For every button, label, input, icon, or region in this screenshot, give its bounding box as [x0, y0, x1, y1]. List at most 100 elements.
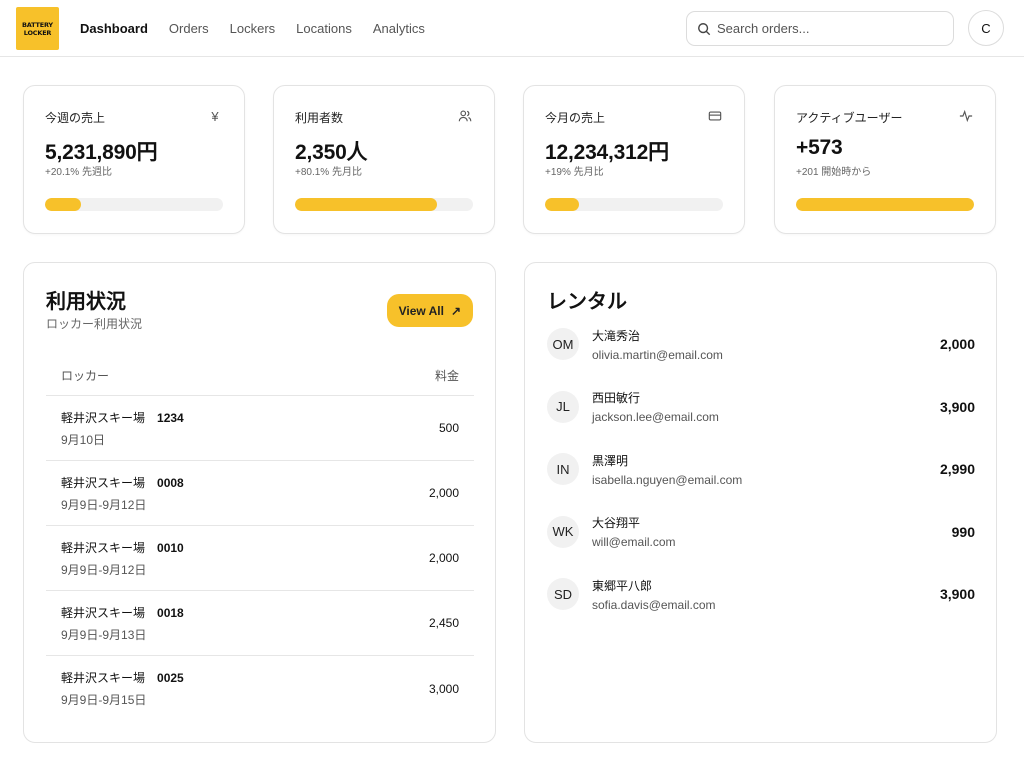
- progress-fill: [295, 198, 438, 211]
- rental-info: 黒澤明 isabella.nguyen@email.com: [592, 452, 940, 487]
- progress-bar: [545, 198, 723, 211]
- locker-code: 0018: [157, 605, 184, 620]
- stat-title: 今月の売上: [545, 111, 606, 125]
- view-all-label: View All: [398, 303, 444, 318]
- list-item[interactable]: SD 東郷平八郎 sofia.davis@email.com 3,900: [547, 563, 975, 626]
- rental-info: 大谷翔平 will@email.com: [592, 514, 952, 549]
- rental-info: 東郷平八郎 sofia.davis@email.com: [592, 577, 940, 612]
- locker-title: 軽井沢スキー場 0018: [61, 604, 184, 621]
- rental-date: 9月9日-9月13日: [61, 627, 147, 642]
- stat-card-weekly-sales: 今週の売上 ¥ 5,231,890円 +20.1% 先週比: [23, 85, 245, 234]
- fee-amount: 2,000: [428, 551, 459, 565]
- customer-email: jackson.lee@email.com: [592, 410, 719, 425]
- usage-table: ロッカー 料金 軽井沢スキー場 1234 9月10日 500 軽井沢スキー場 000…: [46, 355, 474, 721]
- progress-bar: [796, 198, 974, 211]
- list-item[interactable]: WK 大谷翔平 will@email.com 990: [547, 501, 975, 564]
- stat-value: 5,231,890円: [45, 141, 158, 164]
- rental-info: 西田敏行 jackson.lee@email.com: [592, 389, 940, 424]
- users-icon: [457, 108, 473, 124]
- rental-info: 大滝秀治 olivia.martin@email.com: [592, 327, 940, 362]
- battery-locker-logo[interactable]: BATTERY LOCKER: [16, 7, 59, 50]
- locker-title: 軽井沢スキー場 1234: [61, 409, 184, 426]
- arrow-up-right-icon: ↗: [450, 303, 461, 318]
- column-header-fee: 料金: [434, 368, 459, 383]
- stat-value: 2,350人: [295, 141, 368, 164]
- search-input[interactable]: [717, 21, 937, 36]
- locker-cell: 軽井沢スキー場 0018 9月9日-9月13日: [61, 604, 184, 643]
- locker-location: 軽井沢スキー場: [61, 671, 146, 685]
- logo-line-2: LOCKER: [23, 28, 52, 37]
- rental-date: 9月10日: [61, 432, 106, 447]
- customer-name: 西田敏行: [592, 391, 641, 406]
- avatar: JL: [547, 390, 579, 423]
- yen-icon: ¥: [211, 108, 219, 124]
- nav-lockers[interactable]: Lockers: [230, 21, 276, 36]
- list-item[interactable]: JL 西田敏行 jackson.lee@email.com 3,900: [547, 376, 975, 439]
- usage-panel: 利用状況 ロッカー利用状況 View All ↗ ロッカー 料金 軽井沢スキー場…: [23, 262, 496, 743]
- table-row[interactable]: 軽井沢スキー場 0018 9月9日-9月13日 2,450: [46, 591, 474, 656]
- stat-change: +201 開始時から: [796, 167, 872, 178]
- customer-name: 黒澤明: [592, 453, 629, 468]
- search-icon: [698, 22, 711, 35]
- stat-value: +573: [796, 136, 843, 159]
- progress-fill: [796, 198, 974, 211]
- stat-change: +19% 先月比: [545, 167, 604, 178]
- list-item[interactable]: OM 大滝秀治 olivia.martin@email.com 2,000: [547, 313, 975, 376]
- locker-location: 軽井沢スキー場: [61, 475, 146, 490]
- stat-change: +20.1% 先週比: [45, 167, 112, 178]
- rental-date: 9月9日-9月12日: [61, 497, 147, 512]
- panel-title: レンタル: [547, 291, 627, 313]
- locker-cell: 軽井沢スキー場 0008 9月9日-9月12日: [61, 474, 184, 513]
- nav-orders[interactable]: Orders: [169, 21, 209, 36]
- nav-locations[interactable]: Locations: [296, 21, 352, 36]
- rental-amount: 990: [951, 523, 975, 540]
- top-header: BATTERY LOCKER Dashboard Orders Lockers …: [0, 0, 1024, 57]
- table-row[interactable]: 軽井沢スキー場 1234 9月10日 500: [46, 396, 474, 461]
- locker-cell: 軽井沢スキー場 0025 9月9日-9月15日: [61, 669, 184, 708]
- rental-date: 9月9日-9月12日: [61, 562, 147, 577]
- credit-card-icon: [707, 108, 723, 124]
- locker-location: 軽井沢スキー場: [61, 540, 146, 555]
- locker-code: 0008: [157, 475, 184, 490]
- avatar: WK: [547, 515, 579, 548]
- table-row[interactable]: 軽井沢スキー場 0010 9月9日-9月12日 2,000: [46, 526, 474, 591]
- view-all-button[interactable]: View All ↗: [386, 294, 473, 327]
- stat-card-active-users: アクティブユーザー +573 +201 開始時から: [774, 85, 996, 234]
- panel-subtitle: ロッカー利用状況: [46, 317, 143, 331]
- avatar: SD: [547, 578, 579, 611]
- locker-title: 軽井沢スキー場 0010: [61, 539, 184, 556]
- rental-date: 9月9日-9月15日: [61, 693, 147, 707]
- fee-amount: 3,000: [428, 681, 459, 696]
- avatar: OM: [547, 328, 579, 361]
- table-row[interactable]: 軽井沢スキー場 0008 9月9日-9月12日 2,000: [46, 461, 474, 526]
- stat-value: 12,234,312円: [545, 141, 669, 164]
- user-avatar[interactable]: C: [968, 10, 1004, 46]
- rental-amount: 2,000: [939, 336, 975, 353]
- customer-email: isabella.nguyen@email.com: [592, 472, 743, 487]
- locker-code: 0025: [157, 671, 184, 685]
- locker-title: 軽井沢スキー場 0025: [61, 669, 184, 686]
- rentals-panel: レンタル OM 大滝秀治 olivia.martin@email.com 2,0…: [524, 262, 997, 743]
- fee-amount: 2,450: [428, 616, 459, 630]
- rental-amount: 3,900: [939, 398, 975, 415]
- progress-bar: [45, 198, 223, 211]
- locker-location: 軽井沢スキー場: [61, 605, 146, 620]
- progress-fill: [545, 198, 579, 211]
- logo-line-1: BATTERY: [22, 20, 53, 29]
- search-box[interactable]: [686, 11, 954, 46]
- table-row[interactable]: 軽井沢スキー場 0025 9月9日-9月15日 3,000: [46, 656, 474, 721]
- rental-amount: 3,900: [939, 586, 975, 603]
- customer-name: 東郷平八郎: [592, 578, 653, 593]
- rental-list: OM 大滝秀治 olivia.martin@email.com 2,000 JL…: [547, 313, 975, 626]
- fee-amount: 500: [438, 421, 459, 435]
- nav-dashboard[interactable]: Dashboard: [80, 21, 148, 36]
- column-header-locker: ロッカー: [61, 368, 110, 383]
- nav-analytics[interactable]: Analytics: [373, 21, 425, 36]
- table-header: ロッカー 料金: [46, 355, 474, 396]
- locker-title: 軽井沢スキー場 0008: [61, 474, 184, 491]
- list-item[interactable]: IN 黒澤明 isabella.nguyen@email.com 2,990: [547, 438, 975, 501]
- avatar: IN: [547, 453, 579, 486]
- stat-title: 今週の売上: [45, 111, 106, 125]
- customer-email: sofia.davis@email.com: [592, 597, 716, 612]
- progress-bar: [295, 198, 473, 211]
